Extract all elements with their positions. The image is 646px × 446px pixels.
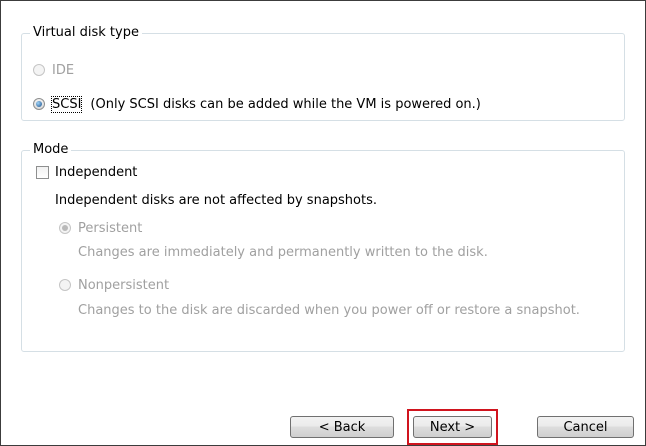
back-button[interactable]: < Back <box>290 416 394 438</box>
persistent-description: Changes are immediately and permanently … <box>78 245 488 260</box>
scsi-radio-icon[interactable] <box>33 98 45 110</box>
radio-selected-dot-icon <box>36 101 42 107</box>
independent-checkbox[interactable] <box>36 165 49 179</box>
nonpersistent-label: Nonpersistent <box>78 277 170 293</box>
cancel-button[interactable]: Cancel <box>537 416 634 438</box>
ide-radio-label: IDE <box>52 62 75 78</box>
independent-description: Independent disks are not affected by sn… <box>55 193 378 208</box>
persistent-radio-option: Persistent <box>59 219 142 237</box>
radio-selected-dot-icon <box>62 225 68 231</box>
scsi-note: (Only SCSI disks can be added while the … <box>90 96 481 112</box>
scsi-radio-option[interactable]: SCSI (Only SCSI disks can be added while… <box>33 95 481 113</box>
nonpersistent-radio-option: Nonpersistent <box>59 276 169 294</box>
nonpersistent-radio-icon <box>59 279 71 291</box>
mode-group: Mode Independent Independent disks are n… <box>21 142 625 352</box>
ide-radio-option: IDE <box>33 61 74 79</box>
ide-radio-icon <box>33 64 45 76</box>
persistent-label: Persistent <box>78 220 143 236</box>
dialog-window: Virtual disk type IDE SCSI (Only SCSI di… <box>0 0 646 446</box>
scsi-radio-label[interactable]: SCSI <box>50 95 83 113</box>
virtual-disk-type-group: Virtual disk type IDE SCSI (Only SCSI di… <box>21 25 625 121</box>
mode-legend: Mode <box>30 142 72 158</box>
nonpersistent-description: Changes to the disk are discarded when y… <box>78 303 580 318</box>
independent-checkbox-option[interactable]: Independent <box>36 163 137 181</box>
next-button[interactable]: Next > <box>413 416 492 438</box>
persistent-radio-icon <box>59 222 71 234</box>
virtual-disk-type-legend: Virtual disk type <box>30 25 142 41</box>
independent-label[interactable]: Independent <box>55 165 137 180</box>
